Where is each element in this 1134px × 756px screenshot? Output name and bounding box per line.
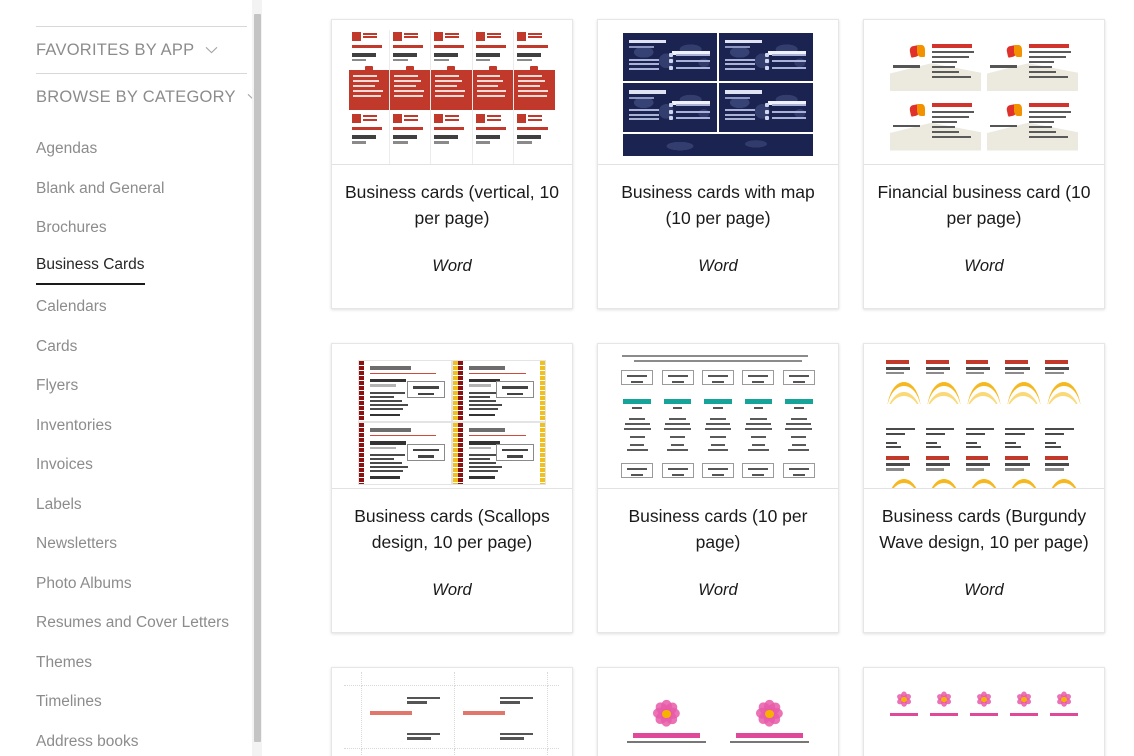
sidebar-item-label-active: Business Cards [36,248,145,285]
template-card[interactable]: Business cards (10 per page) Word [597,343,839,633]
flower-icon [1055,691,1073,708]
template-meta: Business cards (Burgundy Wave design, 10… [864,489,1104,632]
sidebar-section-label: BROWSE BY CATEGORY [36,87,236,106]
template-title: Business cards (10 per page) [628,506,808,552]
sidebar-item-label: Themes [36,653,92,671]
sidebar-item-label: Calendars [36,298,107,315]
sidebar-item-agendas[interactable]: Agendas [36,129,262,169]
template-card[interactable]: Business cards (Scallops design, 10 per … [331,343,573,633]
template-title: Business cards (Burgundy Wave design, 10… [879,506,1089,552]
sidebar-item-flyers[interactable]: Flyers [36,366,262,406]
sidebar-section-browse-by-category[interactable]: BROWSE BY CATEGORY [36,74,262,120]
sidebar-item-label: Photo Albums [36,574,132,592]
template-card[interactable]: Business cards with map (10 per page) Wo… [597,19,839,309]
template-app-label: Word [698,581,738,599]
navy-map-cards-thumb [598,20,838,165]
sidebar-item-business-cards[interactable]: Business Cards [36,248,262,288]
sidebar-scrollbar-track[interactable] [252,0,262,756]
template-app-label: Word [698,257,738,275]
sidebar-item-label: Address books [36,732,139,750]
sidebar-item-cards[interactable]: Cards [36,327,262,367]
template-title: Business cards (Scallops design, 10 per … [354,506,550,552]
scallops-cards-thumb [332,344,572,489]
template-grid: Business cards (vertical, 10 per page) W… [331,19,1105,756]
template-app-label: Word [964,257,1004,275]
sidebar-item-label: Resumes and Cover Letters [36,614,229,631]
template-gallery-page: FAVORITES BY APP BROWSE BY CATEGORY Agen… [0,0,1134,756]
sidebar-section-label: FAVORITES BY APP [36,40,195,59]
template-grid-area: Business cards (vertical, 10 per page) W… [262,0,1134,756]
sidebar-section-favorites-by-app[interactable]: FAVORITES BY APP [36,27,262,73]
template-card[interactable]: Business cards (vertical, 10 per page) W… [331,19,573,309]
sidebar-item-address-books[interactable]: Address books [36,722,262,756]
template-card[interactable] [597,667,839,756]
template-meta: Business cards (10 per page) Word [598,489,838,632]
flower-icon [935,691,953,708]
sidebar-item-calendars[interactable]: Calendars [36,287,262,327]
pink-flower-cards-thumb [598,668,838,756]
template-card[interactable] [331,667,573,756]
template-app-label: Word [432,581,472,599]
sidebar-item-newsletters[interactable]: Newsletters [36,524,262,564]
sidebar-item-label: Timelines [36,693,102,710]
sidebar-item-invoices[interactable]: Invoices [36,445,262,485]
template-title: Business cards (vertical, 10 per page) [345,182,559,228]
sidebar-item-blank-and-general[interactable]: Blank and General [36,169,262,209]
template-card[interactable] [863,667,1105,756]
sidebar-item-label: Newsletters [36,535,117,552]
sidebar-item-resumes-and-cover-letters[interactable]: Resumes and Cover Letters [36,603,262,643]
sidebar-item-label: Labels [36,495,82,513]
your-name-cards-thumb [332,668,572,756]
category-sidebar: FAVORITES BY APP BROWSE BY CATEGORY Agen… [0,0,262,756]
template-app-label: Word [964,581,1004,599]
template-meta: Business cards (Scallops design, 10 per … [332,489,572,632]
template-title: Financial business card (10 per page) [877,182,1091,228]
flower-icon [755,699,785,728]
sidebar-scrollbar-thumb[interactable] [254,14,261,742]
financial-cards-thumb [864,20,1104,165]
sidebar-item-label: Invoices [36,456,93,473]
sidebar-item-label: Flyers [36,377,79,394]
chevron-down-icon [205,46,218,54]
template-app-label: Word [432,257,472,275]
sidebar-item-inventories[interactable]: Inventories [36,406,262,446]
sidebar-item-themes[interactable]: Themes [36,643,262,683]
template-card[interactable]: Business cards (Burgundy Wave design, 10… [863,343,1105,633]
sidebar-item-label: Cards [36,337,78,355]
pink-flower-small-cards-thumb [864,668,1104,756]
template-title: Business cards with map (10 per page) [621,182,815,228]
flower-icon [652,699,682,728]
burgundy-wave-cards-thumb [864,344,1104,489]
sidebar-item-labels[interactable]: Labels [36,485,262,525]
sidebar-item-label: Brochures [36,219,107,236]
template-meta: Financial business card (10 per page) Wo… [864,165,1104,308]
flower-icon [1015,691,1033,708]
sidebar-item-label: Inventories [36,416,112,434]
category-list: Agendas Blank and General Brochures Busi… [36,129,262,756]
sidebar-item-brochures[interactable]: Brochures [36,208,262,248]
vertical-red-cards-thumb [332,20,572,165]
sidebar-item-timelines[interactable]: Timelines [36,682,262,722]
plain-teal-cards-thumb [598,344,838,489]
flower-icon [895,691,913,708]
template-meta: Business cards (vertical, 10 per page) W… [332,165,572,308]
sidebar-item-label: Blank and General [36,179,165,197]
sidebar-item-label: Agendas [36,140,98,157]
template-card[interactable]: Financial business card (10 per page) Wo… [863,19,1105,309]
flower-icon [975,691,993,708]
sidebar-item-photo-albums[interactable]: Photo Albums [36,564,262,604]
template-meta: Business cards with map (10 per page) Wo… [598,165,838,308]
